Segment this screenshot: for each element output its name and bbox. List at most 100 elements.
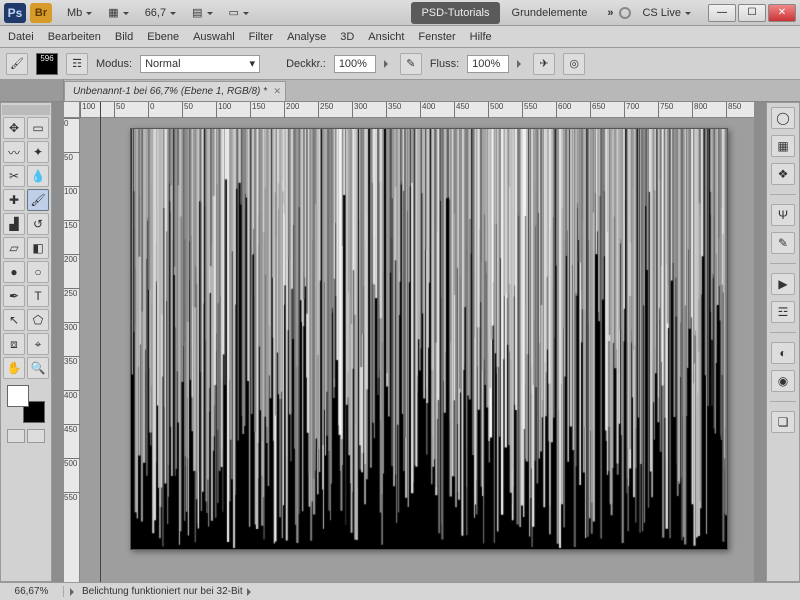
zoom-tool[interactable]: 🔍 (27, 357, 49, 379)
opacity-label: Deckkr.: (286, 58, 326, 70)
opacity-input[interactable]: 100% (334, 55, 376, 73)
document-tab-label: Unbenannt-1 bei 66,7% (Ebene 1, RGB/8) * (73, 86, 267, 97)
arrange-docs[interactable]: ▤ (185, 3, 219, 23)
menu-ansicht[interactable]: Ansicht (368, 31, 404, 43)
color-panel-icon[interactable]: ◯ (771, 107, 795, 129)
flow-flyout[interactable] (517, 60, 525, 68)
menu-bar: Datei Bearbeiten Bild Ebene Auswahl Filt… (0, 26, 800, 48)
move-tool[interactable]: ✥ (3, 117, 25, 139)
menu-hilfe[interactable]: Hilfe (470, 31, 492, 43)
swatches-panel-icon[interactable]: ▦ (771, 135, 795, 157)
tablet-pressure-icon[interactable]: ◎ (563, 53, 585, 75)
history-panel-icon[interactable]: ☲ (771, 301, 795, 323)
status-text: Belichtung funktioniert nur bei 32-Bit (82, 586, 243, 597)
blur-tool[interactable]: ● (3, 261, 25, 283)
eyedropper-tool[interactable]: 💧 (27, 165, 49, 187)
workspace-overflow[interactable]: » (607, 7, 611, 19)
layers-panel-icon[interactable]: ❏ (771, 411, 795, 433)
3d-tool[interactable]: ⧈ (3, 333, 25, 355)
close-tab-icon[interactable]: ✕ (273, 86, 281, 97)
flow-label: Fluss: (430, 58, 459, 70)
title-bar: Ps Br Mb ▦ 66,7 ▤ ▭ PSD-Tutorials Grunde… (0, 0, 800, 26)
mb-dropdown[interactable]: Mb (60, 3, 99, 23)
foreground-color[interactable] (7, 385, 29, 407)
opacity-flyout[interactable] (384, 60, 392, 68)
hand-tool[interactable]: ✋ (3, 357, 25, 379)
menu-filter[interactable]: Filter (249, 31, 273, 43)
menu-fenster[interactable]: Fenster (418, 31, 455, 43)
history-brush-tool[interactable]: ↺ (27, 213, 49, 235)
type-tool[interactable]: T (27, 285, 49, 307)
document-tab-row: Unbenannt-1 bei 66,7% (Ebene 1, RGB/8) *… (0, 80, 800, 102)
marquee-tool[interactable]: ▭ (27, 117, 49, 139)
brush-tool[interactable]: 🖌 (27, 189, 49, 211)
quick-mask-row (7, 429, 45, 443)
lasso-tool[interactable]: 〰 (3, 141, 25, 163)
status-right-arrow-icon (247, 588, 255, 596)
canvas-area[interactable]: 1005005010015020025030035040045050055060… (64, 102, 754, 582)
workspace-tab-grundelemente[interactable]: Grundelemente (502, 2, 598, 24)
menu-ebene[interactable]: Ebene (147, 31, 179, 43)
toolbox: ✥ ▭ 〰 ✦ ✂ 💧 ✚ 🖌 ▟ ↺ ▱ ◧ ● ○ ✒ T ↖ ⬠ ⧈ ⌖ … (0, 102, 52, 582)
workspace-tab-tutorials[interactable]: PSD-Tutorials (411, 2, 499, 24)
character-panel-icon[interactable]: Ψ (771, 204, 795, 226)
modus-label: Modus: (96, 58, 132, 70)
cslive-icon (619, 7, 631, 19)
cslive-dropdown[interactable]: CS Live (635, 3, 698, 23)
document-canvas[interactable] (130, 128, 728, 550)
brush-preview[interactable]: 596 (36, 53, 58, 75)
app-logo-ps[interactable]: Ps (4, 3, 26, 23)
masks-panel-icon[interactable]: ◉ (771, 370, 795, 392)
toolbox-grip[interactable] (2, 105, 50, 115)
menu-datei[interactable]: Datei (8, 31, 34, 43)
modus-select[interactable]: Normal▾ (140, 55, 260, 73)
play-panel-icon[interactable]: ▶ (771, 273, 795, 295)
3d-camera-tool[interactable]: ⌖ (27, 333, 49, 355)
app-logo-bridge[interactable]: Br (30, 3, 52, 23)
minimize-button[interactable]: — (708, 4, 736, 22)
gradient-tool[interactable]: ◧ (27, 237, 49, 259)
left-dock-gap (52, 102, 64, 582)
dodge-tool[interactable]: ○ (27, 261, 49, 283)
crop-tool[interactable]: ✂ (3, 165, 25, 187)
path-select-tool[interactable]: ↖ (3, 309, 25, 331)
document-tab[interactable]: Unbenannt-1 bei 66,7% (Ebene 1, RGB/8) *… (64, 81, 286, 101)
eraser-tool[interactable]: ▱ (3, 237, 25, 259)
right-dock-gap (754, 102, 766, 582)
status-bar: 66,67% Belichtung funktioniert nur bei 3… (0, 582, 800, 600)
maximize-button[interactable]: ☐ (738, 4, 766, 22)
menu-3d[interactable]: 3D (340, 31, 354, 43)
stamp-tool[interactable]: ▟ (3, 213, 25, 235)
window-controls: — ☐ ✕ (708, 4, 796, 22)
tool-preset-brush[interactable]: 🖌 (6, 53, 28, 75)
flow-input[interactable]: 100% (467, 55, 509, 73)
menu-bild[interactable]: Bild (115, 31, 133, 43)
main-area: ✥ ▭ 〰 ✦ ✂ 💧 ✚ 🖌 ▟ ↺ ▱ ◧ ● ○ ✒ T ↖ ⬠ ⧈ ⌖ … (0, 102, 800, 582)
brush-panel-icon[interactable]: ✎ (771, 232, 795, 254)
menu-auswahl[interactable]: Auswahl (193, 31, 235, 43)
brush-panel-toggle[interactable]: ☶ (66, 53, 88, 75)
status-zoom[interactable]: 66,67% (0, 586, 64, 597)
zoom-level[interactable]: 66,7 (138, 3, 183, 23)
airbrush-icon[interactable]: ✈ (533, 53, 555, 75)
horizontal-ruler[interactable]: 1005005010015020025030035040045050055060… (80, 102, 754, 118)
pen-tool[interactable]: ✒ (3, 285, 25, 307)
vertical-ruler[interactable]: 050100150200250300350400450500550 (64, 118, 80, 582)
styles-panel-icon[interactable]: ❖ (771, 163, 795, 185)
menu-analyse[interactable]: Analyse (287, 31, 326, 43)
extras-dropdown[interactable]: ▭ (222, 3, 256, 23)
screen-mode-dropdown[interactable]: ▦ (101, 3, 135, 23)
menu-bearbeiten[interactable]: Bearbeiten (48, 31, 101, 43)
close-button[interactable]: ✕ (768, 4, 796, 22)
opacity-pressure-icon[interactable]: ✎ (400, 53, 422, 75)
color-swatches[interactable] (7, 385, 45, 423)
healing-tool[interactable]: ✚ (3, 189, 25, 211)
adjustments-panel-icon[interactable]: ◐ (771, 342, 795, 364)
quick-mask-mode[interactable] (27, 429, 45, 443)
standard-mode[interactable] (7, 429, 25, 443)
vertical-guide[interactable] (100, 102, 101, 582)
wand-tool[interactable]: ✦ (27, 141, 49, 163)
right-panel-dock: ◯ ▦ ❖ Ψ ✎ ▶ ☲ ◐ ◉ ❏ (766, 102, 800, 582)
shape-tool[interactable]: ⬠ (27, 309, 49, 331)
status-message[interactable]: Belichtung funktioniert nur bei 32-Bit (64, 586, 261, 597)
